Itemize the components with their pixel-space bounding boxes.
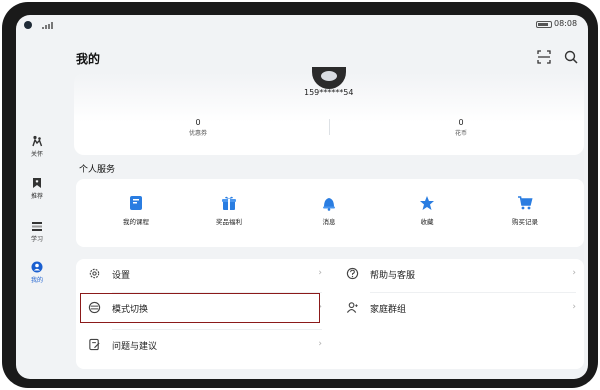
sidebar-item-study[interactable]: 学习 — [22, 220, 52, 243]
status-bar: 08:08 — [16, 15, 588, 33]
care-icon — [32, 135, 43, 147]
feedback-icon — [89, 338, 100, 351]
sidebar-item-label: 学习 — [30, 236, 43, 243]
sidebar: 关怀 推荐 学习 我的 — [16, 15, 58, 379]
service-label: 消息 — [322, 218, 336, 226]
sidebar-item-label: 关怀 — [30, 151, 43, 158]
battery-icon — [536, 21, 552, 28]
chevron-right-icon: › — [572, 268, 576, 278]
services-title: 个人服务 — [79, 165, 116, 175]
gift-icon — [222, 196, 236, 210]
stat-huawei-coins[interactable]: 0 花币 — [431, 118, 491, 137]
cart-icon — [518, 196, 533, 210]
highlight-box — [80, 293, 320, 323]
service-label: 收藏 — [420, 218, 434, 226]
chevron-right-icon: › — [318, 339, 322, 349]
service-label: 奖品福利 — [216, 218, 242, 226]
menu-item-label: 帮助与客服 — [370, 271, 416, 281]
search-icon[interactable] — [563, 49, 579, 65]
stat-value: 0 — [458, 118, 464, 127]
service-purchase-history[interactable]: 购买记录 — [490, 195, 560, 226]
family-group-icon — [346, 302, 358, 313]
service-messages[interactable]: 消息 — [294, 195, 364, 226]
star-icon — [420, 196, 434, 210]
sidebar-item-label: 推荐 — [30, 193, 43, 200]
chevron-right-icon: › — [572, 302, 576, 312]
menu-item-label: 设置 — [112, 271, 131, 281]
menu-item-label: 家庭群组 — [370, 305, 407, 315]
service-favorites[interactable]: 收藏 — [392, 195, 462, 226]
service-rewards[interactable]: 奖品福利 — [194, 195, 264, 226]
bookmark-icon — [33, 178, 41, 188]
status-time: 08:08 — [554, 19, 578, 28]
stat-label: 花币 — [454, 130, 467, 137]
menu-item-help[interactable]: 帮助与客服 › — [334, 259, 584, 289]
screen: 08:08 关怀 推荐 学习 我的 我的 159******54 0 优惠券 0… — [16, 15, 588, 379]
service-label: 购买记录 — [512, 218, 538, 226]
course-icon — [130, 196, 142, 210]
sidebar-item-recommend[interactable]: 推荐 — [22, 177, 52, 200]
chevron-right-icon: › — [318, 268, 322, 278]
sidebar-item-care[interactable]: 关怀 — [22, 135, 52, 158]
service-label: 我的课程 — [123, 218, 149, 226]
stat-label: 优惠券 — [188, 130, 207, 137]
sidebar-item-label: 我的 — [30, 277, 43, 284]
bell-icon — [323, 198, 335, 211]
scan-icon[interactable] — [536, 49, 552, 65]
profile-icon — [31, 261, 43, 273]
menu-item-feedback[interactable]: 问题与建议 › — [76, 330, 330, 360]
menu-item-settings[interactable]: 设置 › — [76, 259, 330, 289]
stat-value: 0 — [195, 118, 201, 127]
service-my-courses[interactable]: 我的课程 — [101, 195, 171, 226]
help-icon — [346, 267, 359, 280]
user-phone: 159******54 — [304, 88, 354, 97]
gear-icon — [89, 268, 100, 279]
study-icon — [32, 222, 42, 231]
page-title: 我的 — [76, 52, 101, 66]
menu-item-label: 问题与建议 — [112, 342, 158, 352]
stat-coupons[interactable]: 0 优惠券 — [168, 118, 228, 137]
device-bezel: 08:08 关怀 推荐 学习 我的 我的 159******54 0 优惠券 0… — [2, 2, 598, 388]
sidebar-item-mine[interactable]: 我的 — [22, 261, 52, 284]
stat-divider — [329, 119, 330, 135]
services-card: 我的课程 奖品福利 消息 收藏 购买记录 — [76, 179, 584, 247]
menu-item-family-group[interactable]: 家庭群组 › — [334, 293, 584, 323]
